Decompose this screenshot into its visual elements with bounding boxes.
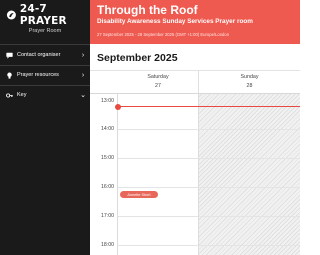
calendar-day-header: Saturday 27 Sunday 28 <box>90 70 300 95</box>
time-label: 18:00 <box>101 242 114 248</box>
brand-name: 24-7 PRAYER <box>19 3 67 27</box>
nav-contact-organiser-label: Contact organiser <box>17 52 61 58</box>
divider <box>0 44 90 45</box>
booked-slot-badge[interactable]: Annette Short <box>120 191 158 198</box>
chevron-right-icon: › <box>81 71 85 79</box>
time-label: 15:00 <box>101 155 114 161</box>
day-number: 27 <box>155 83 161 89</box>
key-icon <box>5 91 13 99</box>
day-name: Sunday <box>240 74 259 80</box>
nav-prayer-resources-label: Prayer resources <box>17 72 59 78</box>
chevron-right-icon: › <box>81 51 85 59</box>
hour-line <box>118 158 300 159</box>
time-label: 13:00 <box>101 98 114 104</box>
nav-key[interactable]: Key ⌄ <box>0 88 90 102</box>
chevron-down-icon: ⌄ <box>80 92 86 99</box>
event-dates: 27 September 2025 - 28 September 2025 (G… <box>97 32 230 37</box>
nav-contact-organiser[interactable]: Contact organiser › <box>0 48 90 62</box>
divider <box>0 85 90 86</box>
event-header: Through the Roof Disability Awareness Su… <box>90 0 300 44</box>
divider <box>0 65 90 66</box>
room-subtitle: Prayer Room <box>28 28 62 34</box>
chat-icon <box>5 51 13 59</box>
hour-line <box>118 187 300 188</box>
event-title: Through the Roof <box>97 3 198 17</box>
nav-prayer-resources[interactable]: Prayer resources › <box>0 68 90 82</box>
brand-logo[interactable]: 24-7 PRAYER <box>6 3 90 27</box>
current-time-dot <box>115 103 121 110</box>
brand-icon <box>6 10 16 20</box>
nav-key-label: Key <box>17 92 27 98</box>
lightbulb-icon <box>5 71 13 79</box>
day-header-saturday: Saturday 27 <box>118 71 199 95</box>
month-title: September 2025 <box>97 52 178 64</box>
day-header-sunday: Sunday 28 <box>199 71 300 95</box>
time-label: 16:00 <box>101 184 114 190</box>
current-time-line <box>118 106 300 107</box>
time-label: 14:00 <box>101 126 114 132</box>
time-column: 13:00 14:00 15:00 16:00 17:00 18:00 <box>90 94 118 255</box>
day-name: Saturday <box>147 74 169 80</box>
day-number: 28 <box>246 83 253 89</box>
time-label: 17:00 <box>101 213 114 219</box>
hour-line <box>118 129 300 130</box>
event-subtitle: Disability Awareness Sunday Services Pra… <box>97 18 253 25</box>
sidebar: 24-7 PRAYER Prayer Room Contact organise… <box>0 0 90 255</box>
hour-line <box>118 245 300 246</box>
hour-line <box>118 216 300 217</box>
sunday-slots-unavailable <box>199 94 300 255</box>
saturday-slots[interactable] <box>118 94 199 255</box>
